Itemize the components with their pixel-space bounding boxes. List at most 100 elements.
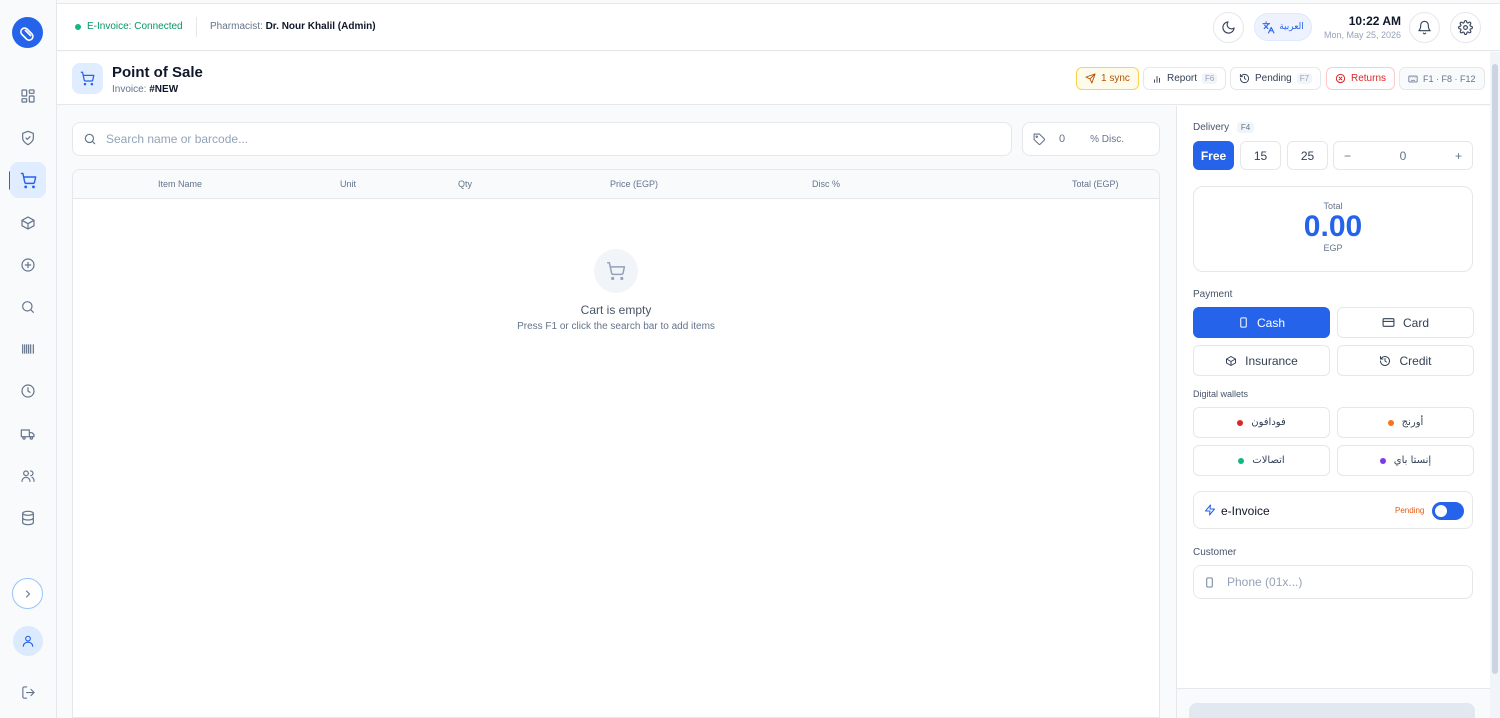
product-search[interactable] xyxy=(72,122,1012,156)
notifications-button[interactable] xyxy=(1409,12,1440,43)
pharmacist-name: Dr. Nour Khalil (Admin) xyxy=(265,21,376,32)
cart-icon xyxy=(20,172,36,188)
increment-button[interactable]: + xyxy=(1455,149,1462,163)
delivery-shortcut: F4 xyxy=(1236,122,1255,133)
delivery-option-free[interactable]: Free xyxy=(1193,141,1234,170)
bell-icon xyxy=(1418,20,1431,35)
page-title: Point of Sale xyxy=(112,64,203,81)
wallet-vodafone[interactable]: فودافون xyxy=(1193,407,1330,438)
nav-search[interactable] xyxy=(10,289,46,325)
report-button[interactable]: Report F6 xyxy=(1143,67,1227,90)
wallet-label: إنستا باي xyxy=(1393,455,1432,466)
einvoice-label: e-Invoice xyxy=(1221,504,1270,518)
customer-phone-input[interactable] xyxy=(1227,575,1457,589)
pill-icon xyxy=(19,26,34,41)
einvoice-status-label: E-Invoice: Connected xyxy=(87,21,183,32)
pending-button[interactable]: Pending F7 xyxy=(1230,67,1322,90)
nav-add[interactable] xyxy=(10,247,46,283)
nav-security[interactable] xyxy=(10,120,46,156)
delivery-custom-stepper: − 0 + xyxy=(1333,141,1473,170)
history-icon xyxy=(1380,355,1391,366)
delivery-option-25[interactable]: 25 xyxy=(1287,141,1328,170)
sync-button[interactable]: 1 sync xyxy=(1076,67,1139,90)
settings-button[interactable] xyxy=(1450,12,1481,43)
column-header: Total (EGP) xyxy=(1072,179,1119,189)
barcode-icon xyxy=(22,344,34,354)
nav-customers[interactable] xyxy=(10,458,46,494)
total-display: Total 0.00 EGP xyxy=(1193,186,1473,272)
divider xyxy=(196,17,197,37)
einvoice-row: e-Invoice Pending xyxy=(1193,491,1473,529)
search-input[interactable] xyxy=(106,132,986,146)
sidebar xyxy=(0,0,57,718)
payment-card-button[interactable]: Card xyxy=(1337,307,1474,338)
payment-insurance-label: Insurance xyxy=(1245,353,1298,368)
logout-button[interactable] xyxy=(18,682,38,702)
customer-label: Customer xyxy=(1193,547,1237,558)
column-header: Unit xyxy=(340,179,357,189)
complete-sale-button[interactable] xyxy=(1189,703,1475,718)
search-icon xyxy=(84,133,96,145)
nav-dashboard[interactable] xyxy=(10,78,46,114)
moon-icon xyxy=(1222,21,1235,34)
toggle-knob xyxy=(1435,505,1447,517)
payment-label: Payment xyxy=(1193,289,1233,300)
total-currency: EGP xyxy=(1323,243,1343,253)
wallet-orange[interactable]: أورنج xyxy=(1337,407,1474,438)
send-icon xyxy=(1085,73,1096,84)
nav-barcode[interactable] xyxy=(10,331,46,367)
discount-value[interactable]: 0 xyxy=(1059,133,1065,145)
dark-mode-button[interactable] xyxy=(1213,12,1244,43)
scrollbar-thumb[interactable] xyxy=(1492,64,1498,674)
returns-label: Returns xyxy=(1351,73,1387,84)
user-icon xyxy=(22,635,34,647)
wallet-color-dot xyxy=(1387,419,1394,426)
x-circle-icon xyxy=(1335,73,1346,84)
decrement-button[interactable]: − xyxy=(1344,149,1351,163)
page-header: Point of Sale Invoice: #NEW 1 sync Repor… xyxy=(57,52,1500,105)
wallet-label: فودافون xyxy=(1251,417,1286,428)
discount-label: % Disc. xyxy=(1090,133,1125,145)
box-icon xyxy=(21,216,35,230)
empty-cart-title: Cart is empty xyxy=(580,303,652,317)
delivery-custom-value[interactable]: 0 xyxy=(1400,149,1407,163)
payment-insurance-button[interactable]: Insurance xyxy=(1193,345,1330,376)
report-shortcut: F6 xyxy=(1202,73,1218,84)
wallet-etisalat[interactable]: اتصالات xyxy=(1193,445,1330,476)
discount-field[interactable]: 0 % Disc. xyxy=(1022,122,1160,156)
page-scrollbar[interactable] xyxy=(1490,52,1500,718)
expand-sidebar-button[interactable] xyxy=(12,578,43,609)
database-icon xyxy=(22,510,34,526)
nav-delivery[interactable] xyxy=(10,416,46,452)
cart-icon xyxy=(606,261,626,281)
einvoice-toggle[interactable] xyxy=(1432,502,1464,520)
logout-icon xyxy=(21,685,35,699)
clock: 10:22 AM Mon, May 25, 2026 xyxy=(1319,14,1401,40)
cart-table-header: Item Name Unit Qty Price (EGP) Disc % To… xyxy=(73,170,1159,199)
wallets-label: Digital wallets xyxy=(1193,389,1249,399)
empty-cart-icon xyxy=(594,249,638,293)
user-avatar[interactable] xyxy=(13,626,43,656)
chevron-right-icon xyxy=(25,589,30,598)
pharmacist-info: Pharmacist: Dr. Nour Khalil (Admin) xyxy=(210,21,376,32)
nav-database[interactable] xyxy=(10,500,46,536)
app-logo[interactable] xyxy=(12,17,43,48)
returns-button[interactable]: Returns xyxy=(1326,67,1396,90)
shield-check-icon xyxy=(22,130,34,146)
payment-credit-button[interactable]: Credit xyxy=(1337,345,1474,376)
customer-phone-field[interactable] xyxy=(1193,565,1473,599)
zap-icon xyxy=(1204,504,1216,516)
nav-history[interactable] xyxy=(10,373,46,409)
translate-icon xyxy=(1262,21,1275,33)
phone-icon xyxy=(1206,576,1213,588)
language-toggle-button[interactable]: العربية xyxy=(1254,13,1312,41)
shortcuts-hint[interactable]: F1 · F8 · F12 xyxy=(1399,67,1485,90)
empty-cart-hint: Press F1 or click the search bar to add … xyxy=(517,321,715,332)
wallet-instapay[interactable]: إنستا باي xyxy=(1337,445,1474,476)
nav-inventory[interactable] xyxy=(10,205,46,241)
payment-cash-button[interactable]: Cash xyxy=(1193,307,1330,338)
nav-point-of-sale[interactable] xyxy=(10,162,46,198)
einvoice-status: E-Invoice: Connected xyxy=(75,21,183,32)
delivery-option-15[interactable]: 15 xyxy=(1240,141,1281,170)
history-icon xyxy=(1239,73,1250,84)
